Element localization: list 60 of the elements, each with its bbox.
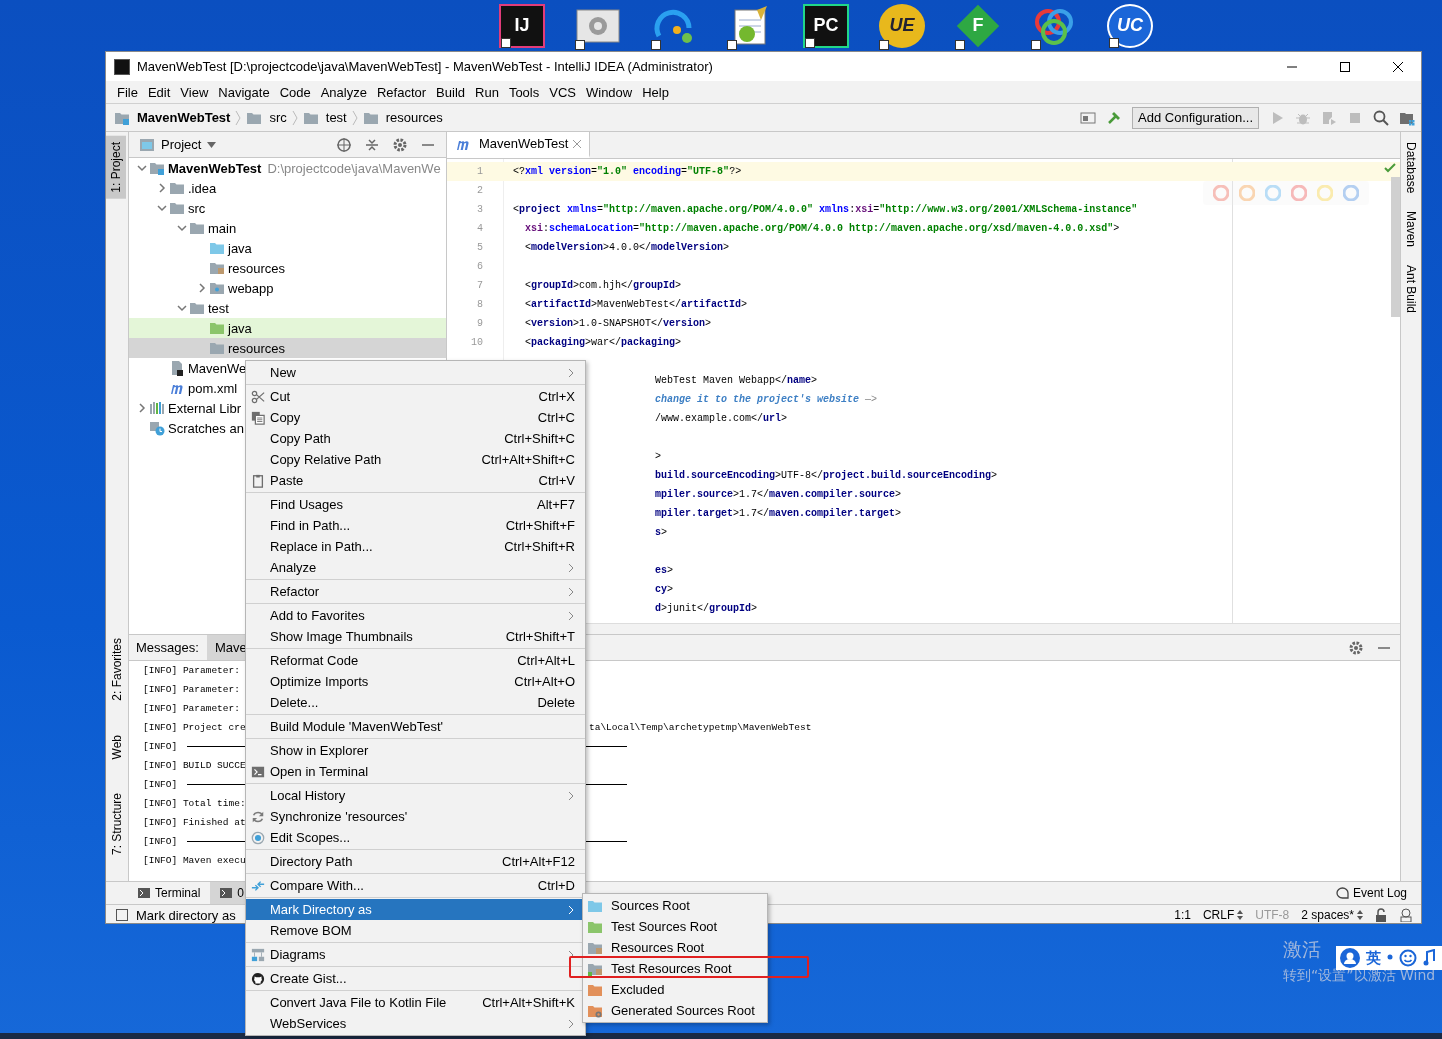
log-line: [INFO]	[143, 779, 178, 790]
log-line: [INFO] Parameter:	[143, 703, 240, 714]
log-line: [INFO] BUILD SUCCE	[143, 760, 246, 771]
code-text: s>	[655, 527, 668, 538]
code-text: <?xml version="1.0" encoding="UTF-8"?>	[513, 166, 742, 177]
line-number: 7	[477, 280, 483, 291]
code-text: d>junit</groupId>	[655, 603, 758, 614]
code-text: >	[655, 451, 661, 462]
tree-label: MavenWe	[188, 360, 247, 376]
code-text: <artifactId>MavenWebTest</artifactId>	[524, 299, 748, 310]
line-number: 2	[477, 185, 483, 196]
code-text: mpiler.target>1.7</maven.compiler.target>	[655, 508, 902, 519]
code-text: change it to the project's website —>	[655, 394, 878, 405]
log-line: ta\Local\Temp\archetypetmp\MavenWebTest	[589, 722, 812, 733]
activation-title: 激活	[1283, 937, 1321, 962]
code-text: cy>	[655, 584, 674, 595]
log-line: [INFO] Maven execu	[143, 855, 246, 866]
status-message: Mark directory as	[136, 907, 236, 923]
tree-label: External Libr	[168, 400, 241, 416]
panel-title: Messages:	[135, 640, 200, 655]
log-line: [INFO] Finished at	[143, 817, 246, 828]
line-number: 5	[477, 242, 483, 253]
code-text: es>	[655, 565, 674, 576]
log-line: [INFO]	[143, 836, 178, 847]
tree-label: pom.xml	[188, 380, 238, 396]
log-line: [INFO] Total time:	[143, 798, 246, 809]
code-text: <packaging>war</packaging>	[524, 337, 682, 348]
log-line: [INFO] Project cre	[143, 722, 246, 733]
log-line: [INFO]	[143, 741, 178, 752]
code-text: xsi:schemaLocation="http://maven.apache.org/POM/4.0.0 http://maven.apache.org/xsd/maven-4.0.0.xsd">	[524, 223, 1120, 234]
tree-label: MavenWebTest	[168, 160, 262, 176]
code-text: <modelVersion>4.0.0</modelVersion>	[524, 242, 730, 253]
line-number: 4	[477, 223, 483, 234]
tree-label: main	[208, 220, 237, 236]
line-number: 3	[477, 204, 483, 215]
tree-label: resources	[228, 260, 286, 276]
code-text: <project xmlns="http://maven.apache.org/POM/4.0.0" xmlns:xsi="http://www.w3.org/2001/XMLSchema-instance"	[513, 204, 1138, 215]
window-title: MavenWebTest [D:\projectcode\java\MavenWebTest] - MavenWebTest - IntelliJ IDEA (Administrator)	[137, 59, 714, 74]
project-path: D:\projectcode\java\MavenWe	[267, 160, 441, 176]
tree-label: src	[188, 200, 206, 216]
code-text: WebTest Maven Webapp</name>	[655, 375, 818, 386]
tree-label: resources	[228, 340, 286, 356]
tree-label: webapp	[228, 280, 274, 296]
tree-label: Scratches an	[168, 420, 244, 436]
code-text: <groupId>com.hjh</groupId>	[524, 280, 682, 291]
tree-label: java	[228, 320, 252, 336]
line-number: 8	[477, 299, 483, 310]
log-line: [INFO] Parameter:	[143, 665, 240, 676]
line-number: 10	[471, 337, 483, 348]
code-text: mpiler.source>1.7</maven.compiler.source>	[655, 489, 902, 500]
tree-label: test	[208, 300, 229, 316]
code-text: <version>1.0-SNAPSHOT</version>	[524, 318, 712, 329]
line-number: 9	[477, 318, 483, 329]
tree-label: java	[228, 240, 252, 256]
line-number: 1	[477, 166, 483, 177]
line-number: 6	[477, 261, 483, 272]
log-line: [INFO] Parameter:	[143, 684, 240, 695]
code-text: /www.example.com</url>	[655, 413, 788, 424]
tree-label: .idea	[188, 180, 217, 196]
code-text: build.sourceEncoding>UTF-8</project.build.sourceEncoding>	[655, 470, 998, 481]
